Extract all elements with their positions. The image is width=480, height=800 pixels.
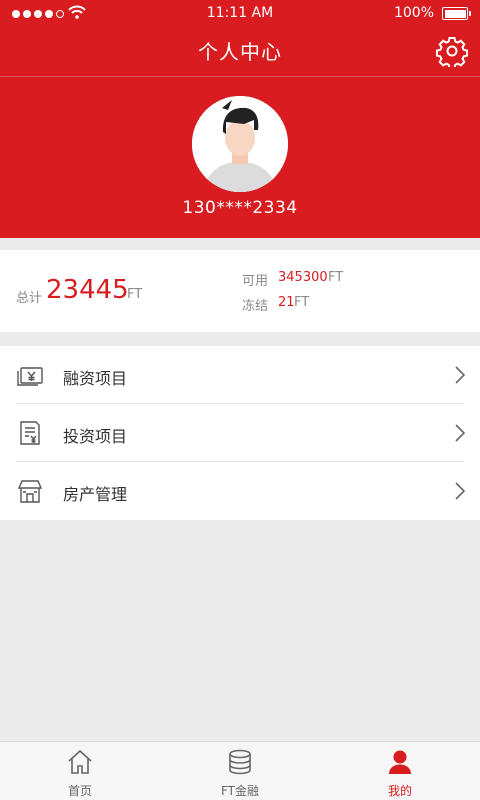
available-unit: FT xyxy=(328,270,344,285)
tab-label: 首页 xyxy=(67,784,92,798)
battery-percent: 100% xyxy=(393,5,434,21)
financing-icon xyxy=(17,367,43,386)
chevron-right-icon xyxy=(455,482,466,500)
profile-header: 11:11 AM 100% 个人中心 130****2334 xyxy=(0,0,480,238)
menu-item-label: 融资项目 xyxy=(63,369,128,388)
gear-icon[interactable] xyxy=(436,35,468,67)
total-unit: FT xyxy=(127,287,143,302)
property-icon xyxy=(17,480,43,503)
chevron-right-icon xyxy=(455,424,466,442)
header-divider xyxy=(0,76,480,77)
tab-home[interactable]: 首页 xyxy=(0,742,160,800)
tab-ft-finance[interactable]: FT金融 xyxy=(160,742,320,800)
page-title: 个人中心 xyxy=(198,40,282,64)
phone-number: 130****2334 xyxy=(182,198,298,218)
balance-card: 总计 23445 FT 可用 345300 FT 冻结 21 FT xyxy=(0,250,480,332)
chevron-right-icon xyxy=(455,366,466,384)
avatar[interactable] xyxy=(192,96,288,192)
investment-icon xyxy=(20,421,40,445)
user-icon xyxy=(389,750,411,774)
available-value: 345300 xyxy=(278,270,328,285)
menu-item-label: 房产管理 xyxy=(63,485,128,504)
home-icon xyxy=(68,749,92,774)
frozen-value: 21 xyxy=(278,295,295,310)
total-label: 总计 xyxy=(16,291,43,306)
menu-list: 融资项目 投资项目 房产管理 xyxy=(0,346,480,520)
menu-item-label: 投资项目 xyxy=(63,427,128,446)
menu-item-property[interactable]: 房产管理 xyxy=(0,462,480,520)
status-bar: 11:11 AM 100% xyxy=(0,0,480,28)
database-icon xyxy=(229,749,251,775)
menu-item-investment[interactable]: 投资项目 xyxy=(0,404,480,462)
frozen-unit: FT xyxy=(294,295,310,310)
total-value: 23445 xyxy=(46,275,129,305)
tab-bar: 首页 FT金融 我的 xyxy=(0,741,480,800)
tab-label: FT金融 xyxy=(220,784,260,798)
tab-label: 我的 xyxy=(387,784,412,798)
battery-icon xyxy=(442,7,471,20)
frozen-label: 冻结 xyxy=(242,299,269,314)
menu-item-financing[interactable]: 融资项目 xyxy=(0,346,480,404)
tab-mine[interactable]: 我的 xyxy=(320,742,480,800)
available-label: 可用 xyxy=(242,274,269,289)
avatar-illustration-icon xyxy=(192,96,288,192)
